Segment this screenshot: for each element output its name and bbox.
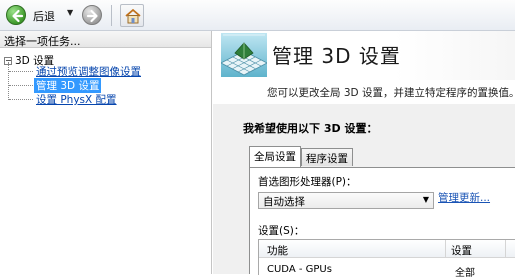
column-divider[interactable] [445,240,446,258]
table-cell-setting[interactable]: 全部 [455,264,475,279]
back-label[interactable]: 后退 [33,8,55,24]
page-subtitle: 您可以更改全局 3D 设置，并建立特定程序的置换值。 [267,87,515,99]
page-banner: 管理 3D 设置 [213,31,515,80]
home-button[interactable] [120,4,144,27]
table-header-row: 功能 设置 [259,240,515,258]
tree-connector [9,99,33,100]
settings-label: 设置(S)： [258,225,305,237]
tree-connector [8,62,9,100]
arrow-left-icon [12,9,24,23]
tab-program-settings[interactable]: 程序设置 [301,148,353,166]
table-cell-feature[interactable]: CUDA - GPUs [267,264,332,275]
chevron-down-icon: ▼ [422,195,429,204]
history-dropdown-icon[interactable]: ▼ [67,8,73,17]
arrow-right-icon [86,9,98,23]
tree-connector [9,71,33,72]
tree-connector [9,85,33,86]
page-subtitle-row: 您可以更改全局 3D 设置，并建立特定程序的置换值。 [213,80,515,104]
tree-item-manage-3d-settings[interactable]: 管理 3D 设置 [34,78,102,93]
toolbar-divider [111,5,112,26]
3d-settings-icon [221,33,267,77]
preferred-gpu-select[interactable]: 自动选择 ▼ [258,192,434,209]
column-header-setting[interactable]: 设置 [451,243,472,258]
home-icon [125,8,141,24]
global-settings-panel: 首选图形处理器(P)： 自动选择 ▼ 管理更新... 设置(S)： 功能 设置 … [249,167,515,279]
column-header-feature[interactable]: 功能 [267,243,288,258]
page-title: 管理 3D 设置 [272,44,401,68]
toolbar: 后退 ▼ [0,0,515,31]
forward-button[interactable] [82,5,102,25]
section-heading: 我希望使用以下 3D 设置： [243,122,378,135]
back-button[interactable] [6,5,26,25]
tab-global-settings[interactable]: 全局设置 [249,146,301,167]
tree-item-preview-image-settings[interactable]: 通过预览调整图像设置 [34,64,143,79]
task-panel: 选择一项任务... −3D 设置 通过预览调整图像设置 管理 3D 设置 设置 … [0,31,212,274]
manage-updates-link[interactable]: 管理更新... [438,190,490,205]
preferred-gpu-value: 自动选择 [263,196,305,208]
settings-content: 我希望使用以下 3D 设置： 全局设置 程序设置 首选图形处理器(P)： 自动选… [213,104,515,279]
main-panel: 管理 3D 设置 您可以更改全局 3D 设置，并建立特定程序的置换值。 我希望使… [213,31,515,279]
column-divider[interactable] [505,240,506,258]
preferred-gpu-label: 首选图形处理器(P)： [258,176,357,188]
settings-table: 功能 设置 CUDA - GPUs 全部 [258,239,515,279]
tree-item-physx-config[interactable]: 设置 PhysX 配置 [34,92,119,107]
task-panel-header: 选择一项任务... [0,31,211,48]
